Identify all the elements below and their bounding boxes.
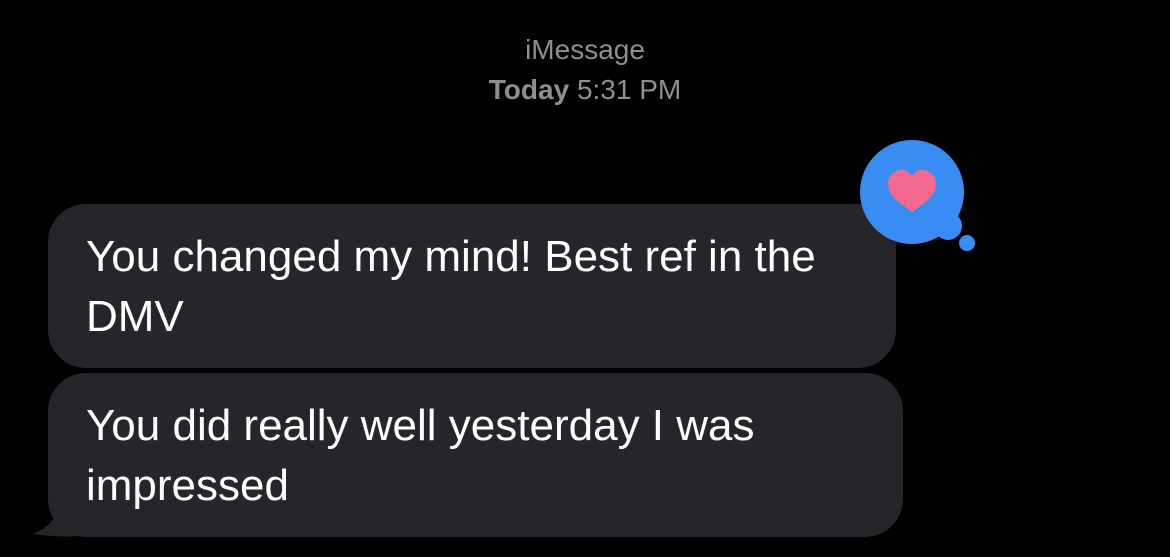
timestamp-time: 5:31 PM — [576, 74, 682, 105]
message-bubble[interactable]: You did really well yesterday I was impr… — [48, 373, 903, 537]
tapback-tail-small — [959, 235, 975, 251]
timestamp: Today 5:31 PM — [0, 70, 1170, 110]
service-label: iMessage — [525, 34, 645, 65]
bubble-tail — [33, 500, 90, 537]
message-text: You did really well yesterday I was impr… — [86, 401, 755, 510]
heart-icon[interactable] — [856, 140, 986, 260]
message-bubble[interactable]: You changed my mind! Best ref in the DMV — [48, 204, 896, 368]
timestamp-day: Today — [488, 74, 570, 105]
message-text: You changed my mind! Best ref in the DMV — [86, 232, 816, 341]
tapback-tail-large — [934, 212, 962, 240]
conversation-header: iMessage Today 5:31 PM — [0, 30, 1170, 110]
